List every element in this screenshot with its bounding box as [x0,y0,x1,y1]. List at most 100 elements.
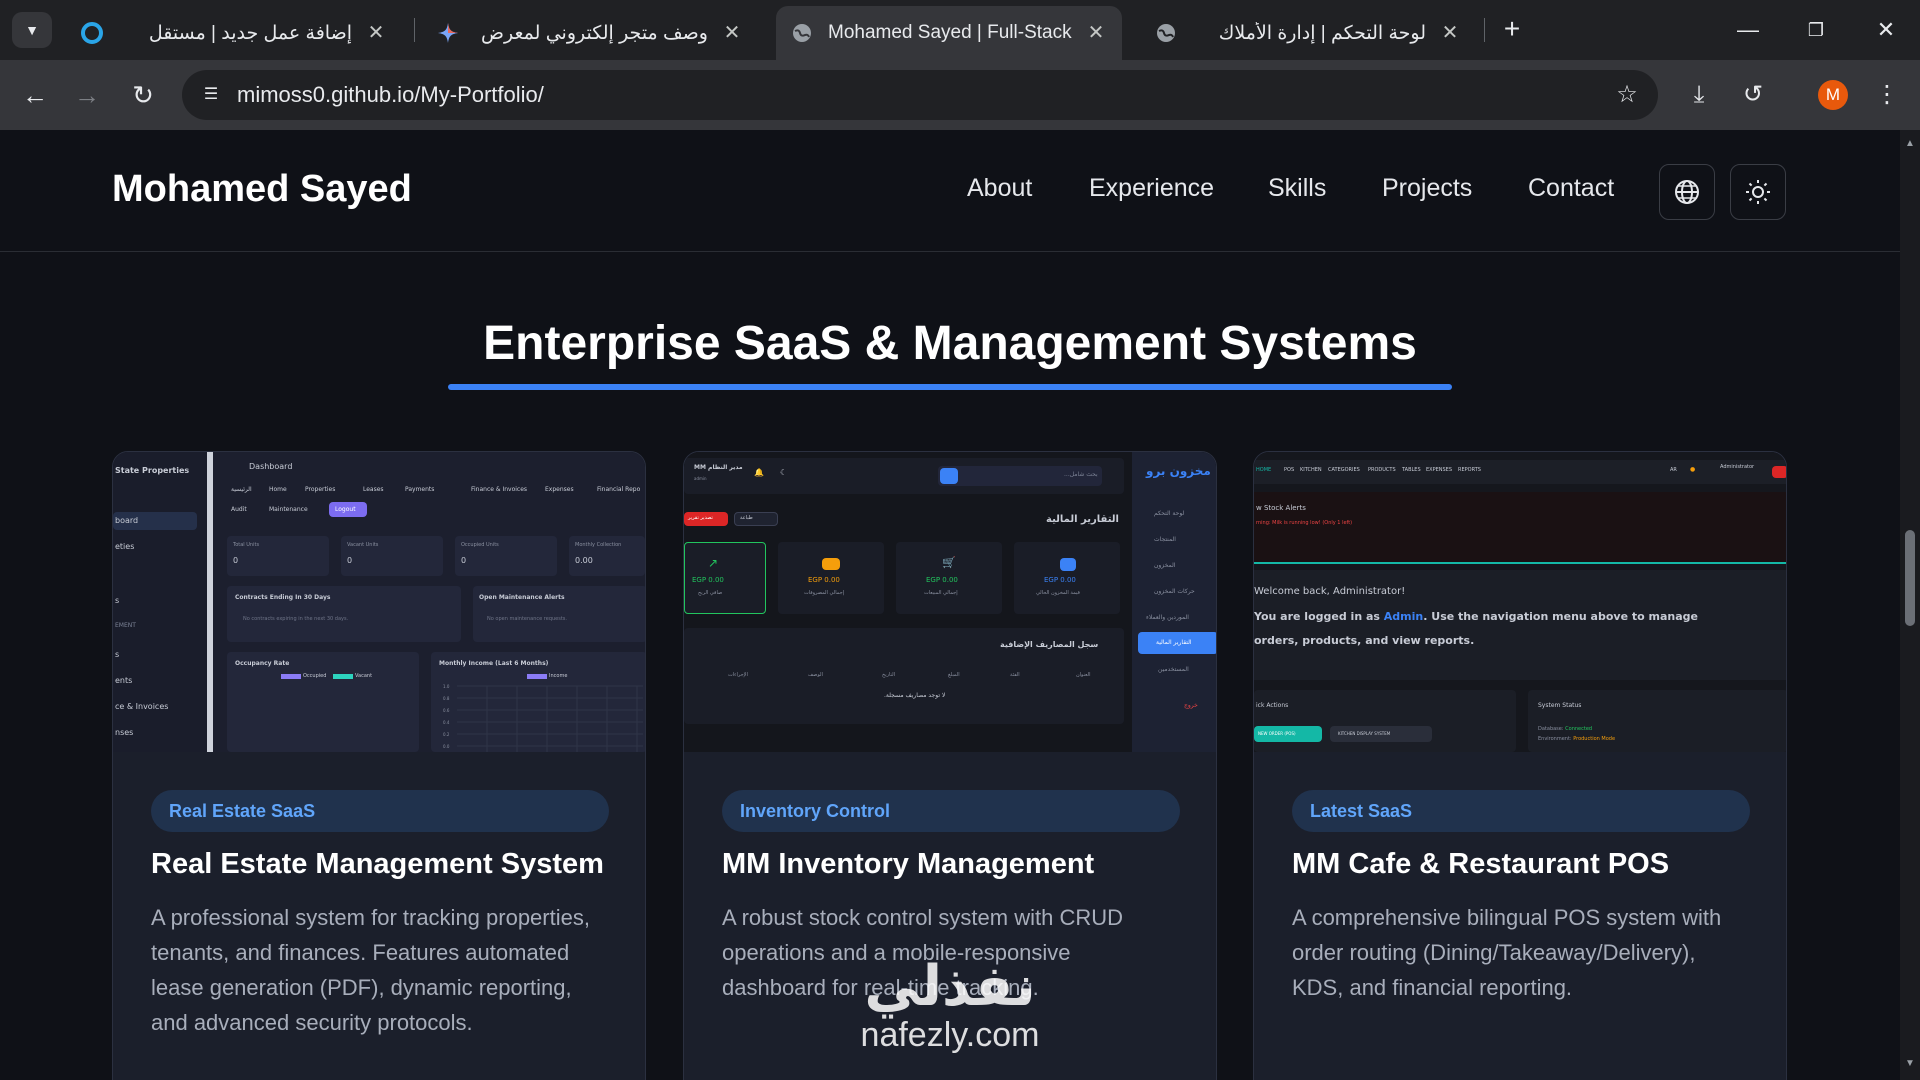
globe-icon [1154,21,1178,45]
menu-dots-icon[interactable]: ⋮ [1866,74,1908,116]
tab-search-button[interactable]: ▼ [12,12,52,48]
project-description: A professional system for tracking prope… [151,905,590,1035]
preview-kpi-value: EGP 0.00 [1044,576,1076,584]
project-description: A robust stock control system with CRUD … [722,905,1124,1000]
close-icon[interactable]: ✕ [1438,21,1462,45]
preview-chart-panel [227,652,419,752]
browser-tab-active[interactable]: Mohamed Sayed | Full-Stack De ✕ [776,6,1122,60]
scroll-down-arrow[interactable]: ▼ [1904,1058,1916,1070]
nav-contact[interactable]: Contact [1528,174,1614,203]
preview-alert-title: w Stock Alerts [1256,504,1306,512]
project-title[interactable]: MM Cafe & Restaurant POS [1292,846,1750,882]
tab-divider [1484,18,1485,42]
bookmark-star-icon[interactable]: ☆ [1612,80,1642,110]
restore-button[interactable]: ❐ [1796,12,1836,48]
preview-stat-label: Monthly Collection [575,542,622,548]
nav-experience[interactable]: Experience [1089,174,1214,203]
theme-toggle-button[interactable] [1730,164,1786,220]
project-card-real-estate[interactable]: State Properties board eties s EMENT s e… [112,451,646,1080]
project-card-inventory[interactable]: مخزون برو لوحة التحكم المنتجات المخزون ح… [683,451,1217,1080]
forward-button[interactable]: → [66,74,108,116]
browser-tab[interactable]: لوحة التحكم | إدارة الأملاك ✕ [1140,6,1476,60]
page-scrollbar[interactable]: ▲ ▼ [1900,130,1920,1080]
language-toggle-button[interactable] [1659,164,1715,220]
preview-nav-item: POS [1284,467,1295,473]
preview-system-status [1528,690,1786,752]
preview-legend-swatch [281,674,301,679]
address-bar[interactable]: ☰ mimoss0.github.io/My-Portfolio/ ☆ [182,70,1658,120]
preview-chart-title: Occupancy Rate [235,660,290,667]
history-icon[interactable]: ↺ [1732,74,1774,116]
moon-icon: ☾ [780,468,788,477]
preview-kpi-label: صافي الربح [698,590,723,596]
preview-quick-actions [1254,690,1516,752]
preview-tick: 0.2 [443,732,450,737]
preview-logged-prefix: You are logged in as [1254,610,1384,623]
close-icon[interactable]: ✕ [1084,21,1108,45]
preview-sidebar-section: EMENT [115,622,136,629]
section-title: Enterprise SaaS & Management Systems [483,317,1417,370]
download-icon[interactable]: ⤓ [1678,74,1720,116]
preview-side-item: خروج [1184,702,1198,709]
preview-tick: 0.8 [443,696,450,701]
nav-projects[interactable]: Projects [1382,174,1472,203]
close-window-button[interactable]: ✕ [1866,12,1906,48]
preview-sidebar-item: board [115,516,139,525]
tab-title: وصف متجر إلكتروني لمعرض الأ... [474,22,708,44]
cart-icon: 🛒 [942,556,956,569]
project-description: A comprehensive bilingual POS system wit… [1292,905,1722,1000]
project-title[interactable]: Real Estate Management System [151,846,609,882]
preview-scrollbar [207,452,213,752]
preview-table-title: سجل المصاريف الإضافية [1000,640,1099,649]
browser-tab[interactable]: وصف متجر إلكتروني لمعرض الأ... ✕ [422,6,758,60]
nav-about[interactable]: About [967,174,1032,203]
minimize-button[interactable]: — [1728,12,1768,48]
preview-nav-item: Audit [231,506,247,513]
project-screenshot: مخزون برو لوحة التحكم المنتجات المخزون ح… [684,452,1216,752]
gemini-icon [436,21,460,45]
preview-stat-value: 0 [347,556,353,565]
preview-kpi-value: EGP 0.00 [808,576,840,584]
preview-inventory: مخزون برو لوحة التحكم المنتجات المخزون ح… [684,452,1216,752]
tab-divider [414,18,415,42]
browser-tab[interactable]: إضافة عمل جديد | مستقل ✕ [66,6,402,60]
preview-nav-item: TABLES [1402,467,1421,473]
site-settings-icon[interactable]: ☰ [196,80,226,110]
preview-quick-btn-label: NEW ORDER (POS) [1258,731,1296,736]
preview-panel-text: No contracts expiring in the next 30 day… [243,616,349,622]
url-text[interactable]: mimoss0.github.io/My-Portfolio/ [237,82,544,108]
nav-skills[interactable]: Skills [1268,174,1326,203]
preview-stat-label: Total Units [233,542,260,548]
preview-kpi-label: إجمالي المصروفات [804,590,845,596]
preview-side-item: المنتجات [1154,536,1176,543]
preview-alert [1254,492,1786,564]
close-icon[interactable]: ✕ [720,21,744,45]
preview-nav-item: PRODUCTS [1368,467,1396,473]
back-button[interactable]: ← [14,74,56,116]
preview-logged-text: You are logged in as Admin. Use the navi… [1254,610,1698,623]
site-brand[interactable]: Mohamed Sayed [112,168,412,211]
preview-chart-title: Monthly Income (Last 6 Months) [439,660,549,667]
scroll-thumb[interactable] [1905,530,1915,626]
preview-nav-item: REPORTS [1458,467,1481,473]
scroll-up-arrow[interactable]: ▲ [1904,138,1916,150]
preview-nav-item: Leases [363,486,384,493]
reload-button[interactable]: ↻ [122,74,164,116]
new-tab-button[interactable]: + [1496,14,1528,46]
tab-strip: ▼ إضافة عمل جديد | مستقل ✕ وصف متجر إلكت… [0,0,1920,60]
preview-panel-text: No open maintenance requests. [487,616,568,622]
close-icon[interactable]: ✕ [364,21,388,45]
globe-icon [1675,180,1699,204]
profile-avatar[interactable]: M [1818,80,1848,110]
preview-nav-item: EXPENSES [1426,467,1453,473]
project-card-pos[interactable]: HOME POS KITCHEN CATEGORIES PRODUCTS TAB… [1253,451,1787,1080]
preview-alert-text: rning: Milk is running low! (Only 1 left… [1256,520,1353,526]
preview-sidebar-item: eties [115,542,135,551]
preview-legend-swatch [527,674,547,679]
tab-title: لوحة التحكم | إدارة الأملاك [1218,22,1426,44]
preview-table-col: التاريخ [882,672,895,678]
preview-header-sub: admin [694,476,707,481]
project-title[interactable]: MM Inventory Management [722,846,1180,882]
title-underline [448,384,1452,390]
preview-stat-label: Occupied Units [461,542,499,548]
